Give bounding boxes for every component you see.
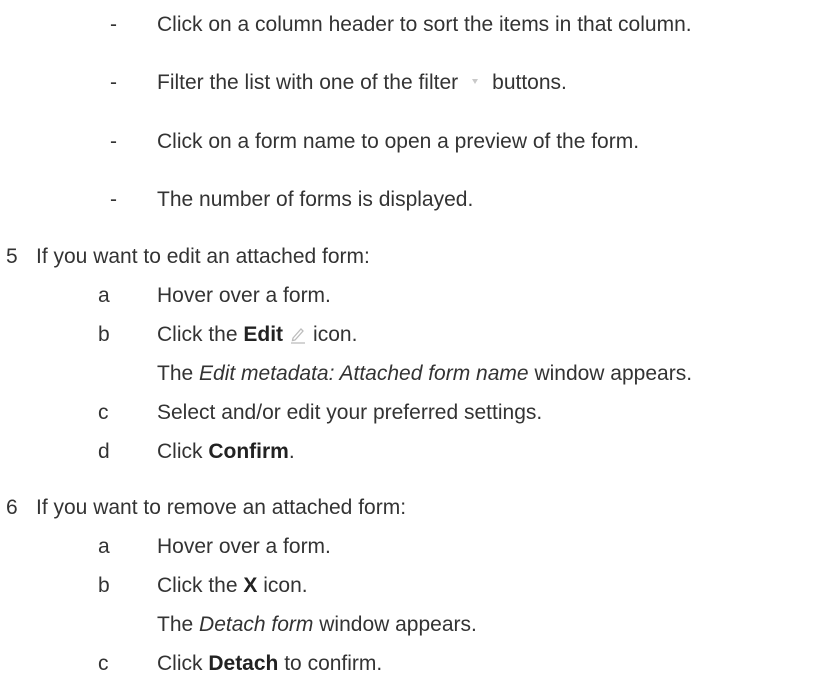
substep-letter: b <box>98 574 110 597</box>
bullet-dash: - <box>110 188 117 211</box>
bullet-text-before: Filter the list with one of the filter <box>157 71 459 94</box>
substep-letter: c <box>98 401 109 424</box>
substep-text: Hover over a form. <box>157 535 331 558</box>
step-number: 6 <box>6 496 18 519</box>
x-label: X <box>243 574 258 597</box>
detach-label: Detach <box>208 652 279 675</box>
substep-text-before: Click the <box>157 323 238 346</box>
bullet-text: Click on a column header to sort the ite… <box>157 13 692 36</box>
confirm-label: Confirm <box>208 440 289 463</box>
bullet-text-filter: Filter the list with one of the filter bu… <box>157 70 567 95</box>
note-after: window appears. <box>534 362 693 385</box>
bullet-dash: - <box>110 71 117 94</box>
substep-letter: a <box>98 535 110 558</box>
step-text: If you want to remove an attached form: <box>36 496 407 519</box>
substep-letter: a <box>98 284 110 307</box>
filter-icon <box>472 79 479 85</box>
substep-text-after: icon. <box>263 574 308 597</box>
substep-text: Select and/or edit your preferred settin… <box>157 401 543 424</box>
note-before: The <box>157 362 194 385</box>
substep-text-after: icon. <box>313 323 358 346</box>
bullet-text: Click on a form name to open a preview o… <box>157 130 640 153</box>
bullet-dash: - <box>110 13 117 36</box>
substep-text-after: to confirm. <box>284 652 383 675</box>
substep-letter: c <box>98 652 109 675</box>
substep-text: Click the Edit icon. <box>157 322 357 347</box>
substep-letter: d <box>98 440 110 463</box>
substep-text-before: Click <box>157 440 203 463</box>
note-before: The <box>157 613 194 636</box>
step-number: 5 <box>6 245 18 268</box>
note-text: The Detach form window appears. <box>157 612 477 637</box>
substep-text: Click Detach to confirm. <box>157 651 382 676</box>
bullet-dash: - <box>110 130 117 153</box>
substep-text-before: Click <box>157 652 203 675</box>
substep-text: Click Confirm. <box>157 439 295 464</box>
window-name: Detach form <box>199 613 314 636</box>
substep-text-before: Click the <box>157 574 238 597</box>
edit-label: Edit <box>243 323 284 346</box>
bullet-text-after: buttons. <box>492 71 567 94</box>
substep-text: Click the X icon. <box>157 573 308 598</box>
substep-text: Hover over a form. <box>157 284 331 307</box>
window-name: Edit metadata: Attached form name <box>199 362 529 385</box>
substep-text-after: . <box>288 440 295 463</box>
pencil-icon <box>291 328 306 345</box>
substep-letter: b <box>98 323 110 346</box>
bullet-text: The number of forms is displayed. <box>157 188 474 211</box>
step-text: If you want to edit an attached form: <box>36 245 370 268</box>
note-text: The Edit metadata: Attached form name wi… <box>157 361 692 386</box>
note-after: window appears. <box>319 613 477 636</box>
